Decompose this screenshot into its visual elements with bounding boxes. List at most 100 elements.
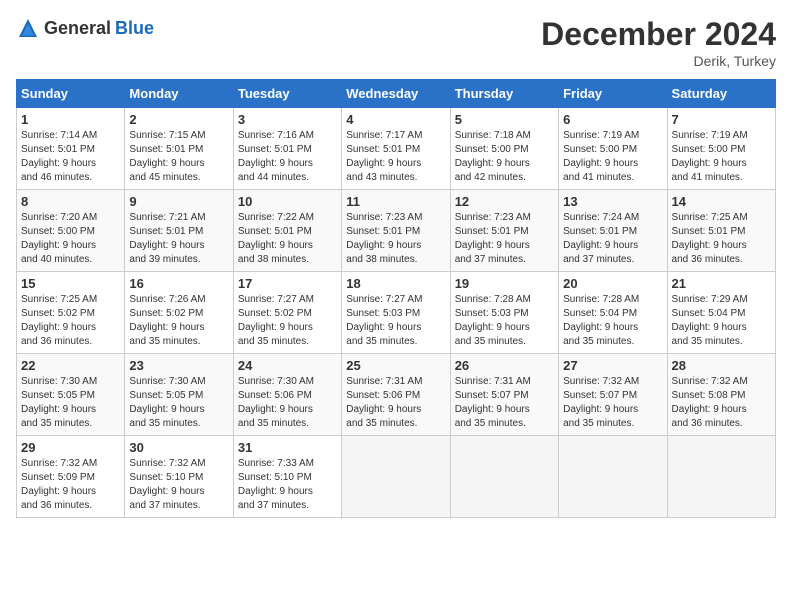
day-info: Sunrise: 7:26 AM Sunset: 5:02 PM Dayligh… bbox=[129, 293, 228, 349]
calendar-cell bbox=[667, 436, 775, 518]
day-number: 31 bbox=[238, 440, 337, 455]
day-number: 20 bbox=[563, 276, 662, 291]
calendar-cell: 29 Sunrise: 7:32 AM Sunset: 5:09 PM Dayli… bbox=[17, 436, 125, 518]
day-info: Sunrise: 7:30 AM Sunset: 5:06 PM Dayligh… bbox=[238, 375, 337, 431]
calendar-cell bbox=[450, 436, 558, 518]
location-title: Derik, Turkey bbox=[541, 53, 776, 69]
day-info: Sunrise: 7:27 AM Sunset: 5:02 PM Dayligh… bbox=[238, 293, 337, 349]
weekday-header-wednesday: Wednesday bbox=[342, 80, 450, 108]
day-number: 5 bbox=[455, 112, 554, 127]
calendar-cell: 8Sunrise: 7:20 AM Sunset: 5:00 PM Daylig… bbox=[17, 190, 125, 272]
day-info: Sunrise: 7:32 AM Sunset: 5:10 PM Dayligh… bbox=[129, 457, 228, 513]
logo-blue: Blue bbox=[115, 18, 154, 39]
day-number: 22 bbox=[21, 358, 120, 373]
day-number: 23 bbox=[129, 358, 228, 373]
day-info: Sunrise: 7:23 AM Sunset: 5:01 PM Dayligh… bbox=[455, 211, 554, 267]
calendar-cell: 7 Sunrise: 7:19 AM Sunset: 5:00 PM Daylig… bbox=[667, 108, 775, 190]
day-number: 16 bbox=[129, 276, 228, 291]
day-number: 21 bbox=[672, 276, 771, 291]
calendar-cell: 4 Sunrise: 7:17 AM Sunset: 5:01 PM Daylig… bbox=[342, 108, 450, 190]
weekday-header-thursday: Thursday bbox=[450, 80, 558, 108]
day-number: 10 bbox=[238, 194, 337, 209]
calendar-cell: 20 Sunrise: 7:28 AM Sunset: 5:04 PM Dayli… bbox=[559, 272, 667, 354]
day-info: Sunrise: 7:27 AM Sunset: 5:03 PM Dayligh… bbox=[346, 293, 445, 349]
calendar-cell: 2Sunrise: 7:15 AM Sunset: 5:01 PM Daylig… bbox=[125, 108, 233, 190]
day-number: 27 bbox=[563, 358, 662, 373]
weekday-header-saturday: Saturday bbox=[667, 80, 775, 108]
day-number: 24 bbox=[238, 358, 337, 373]
calendar-week-row: 15Sunrise: 7:25 AM Sunset: 5:02 PM Dayli… bbox=[17, 272, 776, 354]
calendar-cell: 27 Sunrise: 7:32 AM Sunset: 5:07 PM Dayli… bbox=[559, 354, 667, 436]
day-number: 3 bbox=[238, 112, 337, 127]
title-block: December 2024 Derik, Turkey bbox=[541, 16, 776, 69]
day-info: Sunrise: 7:16 AM Sunset: 5:01 PM Dayligh… bbox=[238, 129, 337, 185]
day-number: 1 bbox=[21, 112, 120, 127]
day-info: Sunrise: 7:31 AM Sunset: 5:06 PM Dayligh… bbox=[346, 375, 445, 431]
calendar-cell: 12 Sunrise: 7:23 AM Sunset: 5:01 PM Dayli… bbox=[450, 190, 558, 272]
calendar-cell: 1 Sunrise: 7:14 AM Sunset: 5:01 PM Daylig… bbox=[17, 108, 125, 190]
logo-icon bbox=[16, 16, 40, 40]
calendar-cell: 22 Sunrise: 7:30 AM Sunset: 5:05 PM Dayli… bbox=[17, 354, 125, 436]
calendar-cell bbox=[559, 436, 667, 518]
day-number: 14 bbox=[672, 194, 771, 209]
day-info: Sunrise: 7:32 AM Sunset: 5:09 PM Dayligh… bbox=[21, 457, 120, 513]
calendar-cell: 30Sunrise: 7:32 AM Sunset: 5:10 PM Dayli… bbox=[125, 436, 233, 518]
day-info: Sunrise: 7:32 AM Sunset: 5:07 PM Dayligh… bbox=[563, 375, 662, 431]
calendar-week-row: 1 Sunrise: 7:14 AM Sunset: 5:01 PM Daylig… bbox=[17, 108, 776, 190]
day-info: Sunrise: 7:25 AM Sunset: 5:01 PM Dayligh… bbox=[672, 211, 771, 267]
day-number: 29 bbox=[21, 440, 120, 455]
calendar-cell: 3 Sunrise: 7:16 AM Sunset: 5:01 PM Daylig… bbox=[233, 108, 341, 190]
day-info: Sunrise: 7:15 AM Sunset: 5:01 PM Dayligh… bbox=[129, 129, 228, 185]
calendar-cell: 28 Sunrise: 7:32 AM Sunset: 5:08 PM Dayli… bbox=[667, 354, 775, 436]
day-number: 28 bbox=[672, 358, 771, 373]
day-number: 4 bbox=[346, 112, 445, 127]
day-info: Sunrise: 7:31 AM Sunset: 5:07 PM Dayligh… bbox=[455, 375, 554, 431]
day-number: 26 bbox=[455, 358, 554, 373]
day-number: 13 bbox=[563, 194, 662, 209]
logo-general: General bbox=[44, 18, 111, 39]
day-info: Sunrise: 7:19 AM Sunset: 5:00 PM Dayligh… bbox=[563, 129, 662, 185]
calendar-week-row: 8Sunrise: 7:20 AM Sunset: 5:00 PM Daylig… bbox=[17, 190, 776, 272]
month-title: December 2024 bbox=[541, 16, 776, 53]
calendar-cell: 9Sunrise: 7:21 AM Sunset: 5:01 PM Daylig… bbox=[125, 190, 233, 272]
calendar-cell: 25 Sunrise: 7:31 AM Sunset: 5:06 PM Dayli… bbox=[342, 354, 450, 436]
day-info: Sunrise: 7:17 AM Sunset: 5:01 PM Dayligh… bbox=[346, 129, 445, 185]
day-info: Sunrise: 7:14 AM Sunset: 5:01 PM Dayligh… bbox=[21, 129, 120, 185]
calendar-cell: 15Sunrise: 7:25 AM Sunset: 5:02 PM Dayli… bbox=[17, 272, 125, 354]
weekday-header-tuesday: Tuesday bbox=[233, 80, 341, 108]
day-info: Sunrise: 7:23 AM Sunset: 5:01 PM Dayligh… bbox=[346, 211, 445, 267]
calendar-cell: 14 Sunrise: 7:25 AM Sunset: 5:01 PM Dayli… bbox=[667, 190, 775, 272]
calendar-week-row: 29 Sunrise: 7:32 AM Sunset: 5:09 PM Dayli… bbox=[17, 436, 776, 518]
day-number: 18 bbox=[346, 276, 445, 291]
calendar-cell: 13Sunrise: 7:24 AM Sunset: 5:01 PM Dayli… bbox=[559, 190, 667, 272]
day-info: Sunrise: 7:28 AM Sunset: 5:04 PM Dayligh… bbox=[563, 293, 662, 349]
weekday-header-monday: Monday bbox=[125, 80, 233, 108]
calendar-header-row: SundayMondayTuesdayWednesdayThursdayFrid… bbox=[17, 80, 776, 108]
calendar-cell: 6 Sunrise: 7:19 AM Sunset: 5:00 PM Daylig… bbox=[559, 108, 667, 190]
calendar-cell: 26 Sunrise: 7:31 AM Sunset: 5:07 PM Dayli… bbox=[450, 354, 558, 436]
calendar-table: SundayMondayTuesdayWednesdayThursdayFrid… bbox=[16, 79, 776, 518]
calendar-cell bbox=[342, 436, 450, 518]
day-info: Sunrise: 7:22 AM Sunset: 5:01 PM Dayligh… bbox=[238, 211, 337, 267]
weekday-header-sunday: Sunday bbox=[17, 80, 125, 108]
day-info: Sunrise: 7:19 AM Sunset: 5:00 PM Dayligh… bbox=[672, 129, 771, 185]
day-number: 7 bbox=[672, 112, 771, 127]
day-info: Sunrise: 7:20 AM Sunset: 5:00 PM Dayligh… bbox=[21, 211, 120, 267]
day-info: Sunrise: 7:32 AM Sunset: 5:08 PM Dayligh… bbox=[672, 375, 771, 431]
day-number: 15 bbox=[21, 276, 120, 291]
weekday-header-friday: Friday bbox=[559, 80, 667, 108]
day-number: 12 bbox=[455, 194, 554, 209]
calendar-cell: 5Sunrise: 7:18 AM Sunset: 5:00 PM Daylig… bbox=[450, 108, 558, 190]
calendar-cell: 10 Sunrise: 7:22 AM Sunset: 5:01 PM Dayli… bbox=[233, 190, 341, 272]
day-number: 25 bbox=[346, 358, 445, 373]
day-number: 19 bbox=[455, 276, 554, 291]
calendar-cell: 19 Sunrise: 7:28 AM Sunset: 5:03 PM Dayli… bbox=[450, 272, 558, 354]
calendar-cell: 31Sunrise: 7:33 AM Sunset: 5:10 PM Dayli… bbox=[233, 436, 341, 518]
calendar-cell: 18 Sunrise: 7:27 AM Sunset: 5:03 PM Dayli… bbox=[342, 272, 450, 354]
day-number: 6 bbox=[563, 112, 662, 127]
calendar-cell: 23Sunrise: 7:30 AM Sunset: 5:05 PM Dayli… bbox=[125, 354, 233, 436]
calendar-cell: 21Sunrise: 7:29 AM Sunset: 5:04 PM Dayli… bbox=[667, 272, 775, 354]
day-info: Sunrise: 7:28 AM Sunset: 5:03 PM Dayligh… bbox=[455, 293, 554, 349]
calendar-cell: 24 Sunrise: 7:30 AM Sunset: 5:06 PM Dayli… bbox=[233, 354, 341, 436]
day-info: Sunrise: 7:30 AM Sunset: 5:05 PM Dayligh… bbox=[21, 375, 120, 431]
